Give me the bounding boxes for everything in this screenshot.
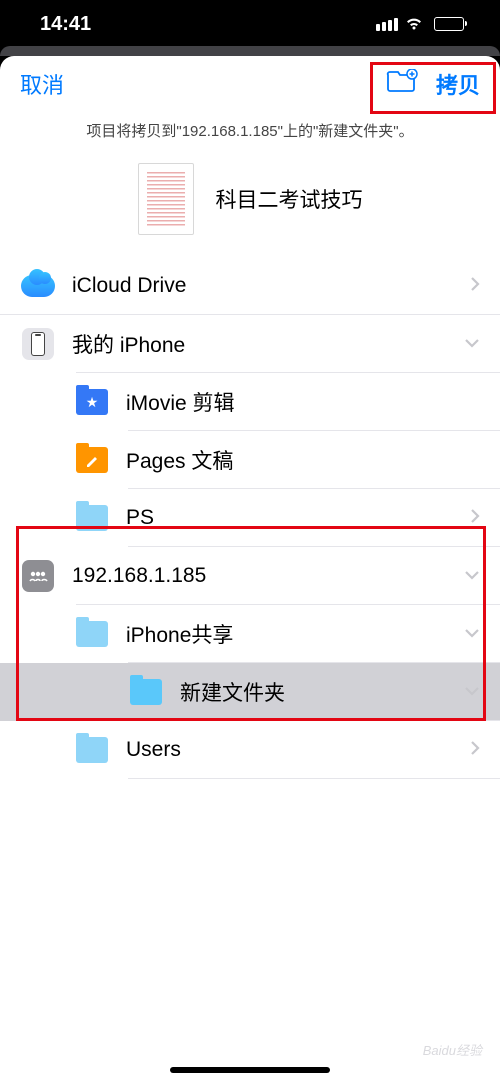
disclosure[interactable] [460, 625, 480, 643]
location-row[interactable]: 192.168.1.185 [0, 547, 500, 605]
folder-icon: ★ [76, 389, 108, 415]
folder-plus-icon [386, 69, 418, 93]
wifi-icon [404, 17, 424, 31]
row-label: 新建文件夹 [180, 677, 460, 707]
status-indicators [376, 17, 464, 31]
location-list: iCloud Drive 我的 iPhone ★ iMovie 剪辑 Pages 文稿 P… [0, 257, 500, 1083]
chevron-down-icon [464, 338, 480, 348]
preview-row: 科目二考试技巧 [0, 151, 500, 257]
nav-bar: 取消 拷贝 [0, 56, 500, 112]
iphone-icon [22, 328, 54, 360]
disclosure[interactable] [460, 683, 480, 701]
row-label: Users [126, 738, 460, 762]
disclosure[interactable] [460, 567, 480, 585]
folder-icon [130, 679, 162, 705]
row-label: PS [126, 506, 460, 530]
copy-button[interactable]: 拷贝 [436, 68, 480, 100]
folder-row[interactable]: Pages 文稿 [0, 431, 500, 489]
destination-info: 项目将拷贝到"192.168.1.185"上的"新建文件夹"。 [0, 112, 500, 151]
disclosure[interactable] [460, 508, 480, 529]
document-thumbnail-icon [138, 163, 194, 235]
row-label: Pages 文稿 [126, 445, 460, 475]
status-bar: 14:41 [0, 0, 500, 48]
chevron-down-icon [464, 570, 480, 580]
sheet-handle [0, 46, 500, 56]
row-label: 我的 iPhone [72, 329, 460, 359]
folder-icon [76, 447, 108, 473]
home-indicator[interactable] [170, 1067, 330, 1073]
cellular-icon [376, 18, 398, 31]
disclosure[interactable] [460, 276, 480, 297]
server-icon [22, 560, 54, 592]
chevron-down-icon [464, 628, 480, 638]
watermark: Baidu经验 [423, 1040, 482, 1059]
location-row[interactable]: iCloud Drive [0, 257, 500, 315]
chevron-right-icon [470, 508, 480, 524]
folder-row[interactable]: Users [0, 721, 500, 779]
chevron-right-icon [470, 276, 480, 292]
disclosure[interactable] [460, 740, 480, 761]
row-label: iMovie 剪辑 [126, 387, 460, 417]
disclosure[interactable] [460, 335, 480, 353]
document-title: 科目二考试技巧 [216, 184, 363, 214]
row-label: 192.168.1.185 [72, 564, 460, 588]
row-label: iCloud Drive [72, 274, 460, 298]
status-time: 14:41 [40, 13, 91, 36]
folder-row[interactable]: ★ iMovie 剪辑 [0, 373, 500, 431]
folder-row[interactable]: iPhone共享 [0, 605, 500, 663]
folder-row[interactable]: 新建文件夹 [0, 663, 500, 721]
cancel-button[interactable]: 取消 [20, 68, 64, 100]
location-row[interactable]: 我的 iPhone [0, 315, 500, 373]
file-picker-sheet: 取消 拷贝 项目将拷贝到"192.168.1.185"上的"新建文件夹"。 科目… [0, 56, 500, 1083]
folder-icon [76, 621, 108, 647]
row-label: iPhone共享 [126, 619, 460, 649]
icloud-icon [21, 275, 55, 297]
new-folder-button[interactable] [386, 69, 418, 99]
battery-icon [434, 17, 464, 31]
folder-icon [76, 505, 108, 531]
chevron-right-icon [470, 740, 480, 756]
folder-row[interactable]: PS [0, 489, 500, 547]
chevron-down-icon [464, 686, 480, 696]
folder-icon [76, 737, 108, 763]
